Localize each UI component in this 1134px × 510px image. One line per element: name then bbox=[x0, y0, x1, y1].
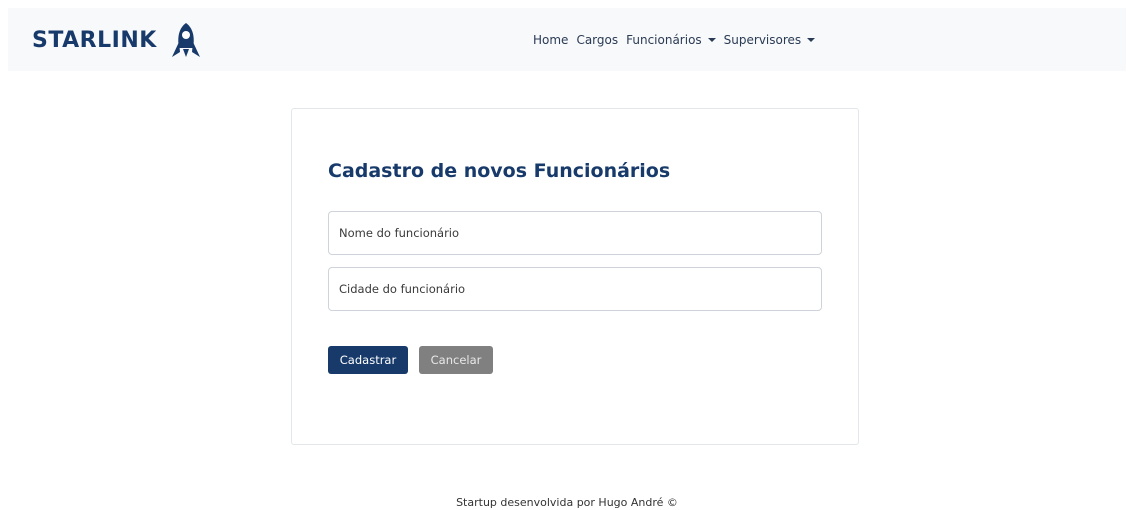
submit-button[interactable]: Cadastrar bbox=[328, 346, 408, 374]
navbar: STARLINK Home Cargos Funcionários Superv… bbox=[8, 8, 1126, 71]
rocket-icon bbox=[171, 23, 200, 57]
footer-text: Startup desenvolvida por Hugo André © bbox=[456, 496, 678, 509]
caret-down-icon bbox=[707, 37, 716, 42]
employee-city-input[interactable] bbox=[328, 267, 822, 311]
nav-item-funcionarios-dropdown[interactable]: Funcionários bbox=[622, 33, 720, 47]
registration-card: Cadastro de novos Funcionários Cadastrar… bbox=[291, 108, 859, 445]
nav-item-cargos[interactable]: Cargos bbox=[572, 33, 622, 47]
nav-item-home[interactable]: Home bbox=[529, 33, 572, 47]
brand-name: STARLINK bbox=[32, 27, 157, 53]
employee-name-input[interactable] bbox=[328, 211, 822, 255]
brand-link[interactable]: STARLINK bbox=[32, 22, 201, 58]
nav-item-label: Supervisores bbox=[723, 32, 802, 47]
caret-down-icon bbox=[807, 37, 816, 42]
nav-links: Home Cargos Funcionários Supervisores bbox=[529, 8, 819, 71]
cancel-button[interactable]: Cancelar bbox=[419, 346, 493, 374]
nav-item-label: Cargos bbox=[576, 32, 619, 47]
nav-item-label: Funcionários bbox=[626, 32, 702, 47]
nav-item-supervisores-dropdown[interactable]: Supervisores bbox=[720, 33, 820, 47]
form-title: Cadastro de novos Funcionários bbox=[328, 160, 671, 182]
nav-item-label: Home bbox=[533, 32, 569, 47]
